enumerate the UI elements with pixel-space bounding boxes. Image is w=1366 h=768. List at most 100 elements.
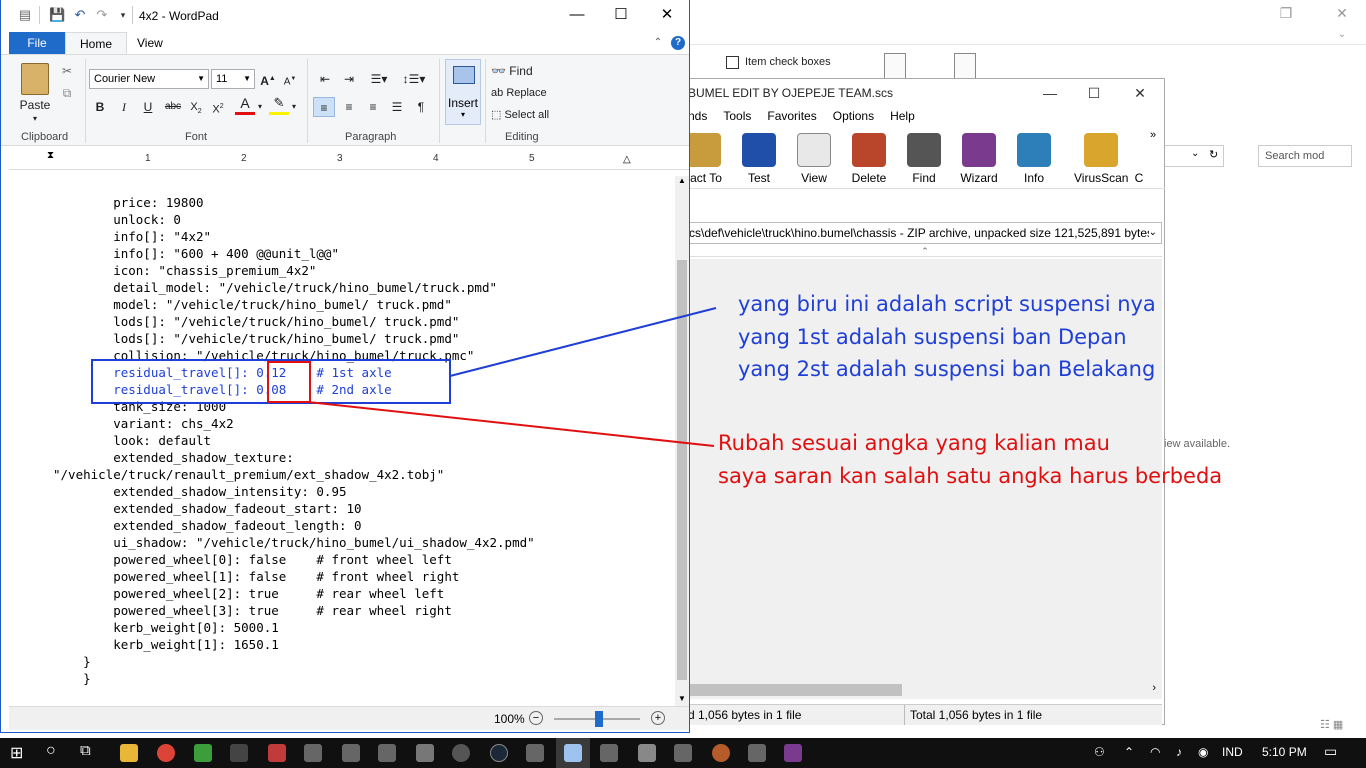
wizard-button[interactable]: Wizard: [953, 133, 1005, 185]
view-button[interactable]: View: [788, 133, 840, 185]
paragraph-settings-icon[interactable]: ¶: [411, 97, 431, 117]
menu-favorites[interactable]: Favorites: [767, 109, 816, 127]
bullets-icon[interactable]: ☰▾: [365, 69, 393, 89]
view-toggle-icons[interactable]: ☷ ▦: [1320, 718, 1343, 731]
underline-icon[interactable]: U: [139, 97, 157, 117]
document-line[interactable]: model: "/vehicle/truck/hino_bumel/ truck…: [53, 296, 452, 313]
document-line[interactable]: lods[]: "/vehicle/truck/hino_bumel/ truc…: [53, 330, 459, 347]
document-line[interactable]: lods[]: "/vehicle/truck/hino_bumel/ truc…: [53, 313, 459, 330]
archive-maximize-button[interactable]: ☐: [1084, 83, 1104, 103]
wordpad-app-icon[interactable]: ▤: [17, 7, 33, 23]
redo-icon[interactable]: ↷: [94, 7, 110, 23]
scroll-up-icon[interactable]: ▲: [678, 176, 686, 185]
vertical-scrollbar[interactable]: ▲ ▼: [675, 176, 689, 706]
document-line[interactable]: extended_shadow_texture:: [53, 449, 294, 466]
app-scs-icon[interactable]: [342, 744, 360, 762]
document-line[interactable]: kerb_weight[1]: 1650.1: [53, 636, 279, 653]
undo-icon[interactable]: ↶: [72, 7, 88, 23]
subscript-icon[interactable]: X2: [187, 97, 205, 117]
help-icon[interactable]: ?: [671, 36, 685, 50]
cut-icon[interactable]: ✂: [59, 61, 75, 81]
menu-options[interactable]: Options: [833, 109, 874, 127]
scroll-down-icon[interactable]: ▼: [678, 694, 686, 703]
decrease-indent-icon[interactable]: ⇤: [315, 69, 335, 89]
find-button[interactable]: 👓 Find: [491, 61, 551, 81]
grow-font-icon[interactable]: A▲: [259, 69, 277, 89]
app-scs-icon[interactable]: [378, 744, 396, 762]
align-right-icon[interactable]: ≡: [363, 97, 383, 117]
tab-home[interactable]: Home: [65, 32, 128, 54]
document-line[interactable]: unlock: 0: [53, 211, 181, 228]
app-scs-icon[interactable]: [600, 744, 618, 762]
refresh-icon[interactable]: ↻: [1209, 148, 1218, 161]
steam-icon[interactable]: [490, 744, 508, 762]
save-icon[interactable]: 💾: [49, 7, 65, 23]
maximize-button[interactable]: ☐: [607, 4, 635, 26]
paste-icon[interactable]: [21, 63, 49, 95]
document-line[interactable]: extended_shadow_fadeout_start: 10: [53, 500, 361, 517]
right-indent-marker-icon[interactable]: △: [623, 154, 631, 165]
people-icon[interactable]: ⚇: [1094, 745, 1105, 759]
paste-dropdown-icon[interactable]: ▾: [29, 109, 41, 129]
file-explorer-icon[interactable]: [120, 744, 138, 762]
close-button[interactable]: ✕: [653, 4, 681, 26]
app-gear-icon[interactable]: [452, 744, 470, 762]
notifications-icon[interactable]: ▭: [1324, 743, 1337, 760]
menu-help[interactable]: Help: [890, 109, 915, 127]
document-area[interactable]: price: 19800 unlock: 0 info[]: "4x2" inf…: [9, 176, 675, 706]
archive-close-button[interactable]: ✕: [1130, 83, 1150, 103]
archive-path-bar[interactable]: cs\def\vehicle\truck\hino.bumel\chassis …: [688, 222, 1162, 244]
wordpad-icon[interactable]: [564, 744, 582, 762]
item-check-boxes-checkbox[interactable]: [726, 56, 739, 69]
toolbar-overflow-icon[interactable]: »: [1150, 129, 1156, 141]
find-button[interactable]: Find: [898, 133, 950, 185]
document-line[interactable]: powered_wheel[0]: false # front wheel le…: [53, 551, 452, 568]
document-line[interactable]: powered_wheel[1]: false # front wheel ri…: [53, 568, 459, 585]
app-red-icon[interactable]: [268, 744, 286, 762]
font-family-select[interactable]: Courier New ▼: [89, 69, 209, 89]
document-line[interactable]: }: [53, 653, 91, 670]
increase-indent-icon[interactable]: ⇥: [339, 69, 359, 89]
document-line[interactable]: price: 19800: [53, 194, 203, 211]
shrink-font-icon[interactable]: A▼: [281, 69, 299, 89]
archive-horizontal-scrollbar[interactable]: ›: [688, 681, 1162, 699]
document-line[interactable]: ui_shadow: "/vehicle/truck/hino_bumel/ui…: [53, 534, 534, 551]
task-view-icon[interactable]: ⧉: [80, 742, 91, 759]
document-line[interactable]: info[]: "600 + 400 @@unit_l@@": [53, 245, 339, 262]
network-icon[interactable]: ◉: [1198, 745, 1208, 759]
menu-tools[interactable]: Tools: [723, 109, 751, 127]
document-line[interactable]: powered_wheel[2]: true # rear wheel left: [53, 585, 444, 602]
test-button[interactable]: Test: [733, 133, 785, 185]
app-scs-icon[interactable]: [674, 744, 692, 762]
minimize-button[interactable]: —: [563, 4, 591, 26]
document-line[interactable]: info[]: "4x2": [53, 228, 211, 245]
zoom-out-button[interactable]: −: [529, 711, 543, 725]
wifi-icon[interactable]: ◠: [1150, 745, 1160, 759]
app-truck-icon[interactable]: [230, 744, 248, 762]
text-color-icon[interactable]: A: [235, 95, 255, 115]
chevron-down-icon[interactable]: ⌄: [1148, 223, 1157, 243]
document-line[interactable]: extended_shadow_intensity: 0.95: [53, 483, 346, 500]
explorer-close-button[interactable]: ✕: [1328, 2, 1356, 24]
select-all-button[interactable]: ⬚ Select all: [491, 105, 561, 125]
document-line[interactable]: extended_shadow_fadeout_length: 0: [53, 517, 361, 534]
insert-button[interactable]: Insert ▾: [445, 59, 481, 125]
app-truck-icon[interactable]: [638, 744, 656, 762]
clock[interactable]: 5:10 PM: [1262, 745, 1307, 759]
app-scs-icon[interactable]: [526, 744, 544, 762]
italic-icon[interactable]: I: [115, 97, 133, 117]
app-orange-icon[interactable]: [712, 744, 730, 762]
ruler[interactable]: 1 2 3 4 5 ⧗ △: [9, 148, 689, 170]
explorer-restore-button[interactable]: ❐: [1272, 2, 1300, 24]
font-size-select[interactable]: 11 ▼: [211, 69, 255, 89]
chevron-down-icon[interactable]: ▾: [255, 97, 265, 117]
scroll-right-icon[interactable]: ›: [1152, 682, 1156, 694]
indent-marker-icon[interactable]: ⧗: [47, 150, 54, 161]
document-icon[interactable]: [884, 53, 906, 81]
delete-button[interactable]: Delete: [843, 133, 895, 185]
copy-icon[interactable]: ⧉: [59, 83, 75, 103]
zoom-slider-thumb[interactable]: [595, 711, 603, 727]
virusscan-button[interactable]: VirusScan: [1074, 133, 1128, 185]
info-button[interactable]: Info: [1008, 133, 1060, 185]
app-drive-icon[interactable]: [416, 744, 434, 762]
